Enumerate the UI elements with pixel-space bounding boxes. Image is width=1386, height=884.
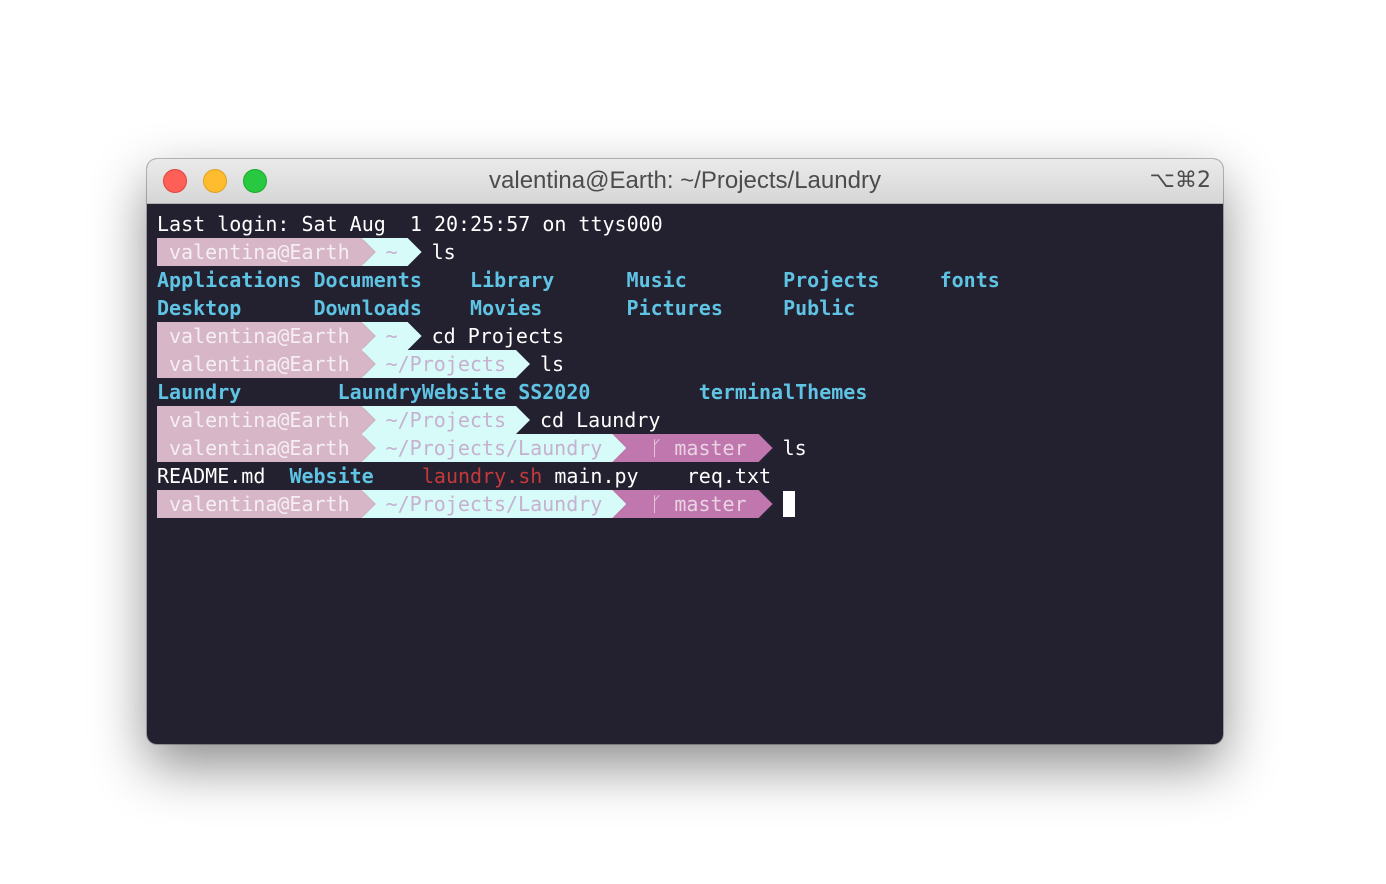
listing-row: Applications Documents Library Music Project…	[157, 266, 1000, 294]
prompt-user-segment: valentina@Earth	[157, 434, 364, 462]
prompt-path-segment: ~/Projects	[362, 406, 530, 434]
prompt-path-segment: ~/Projects/Laundry	[362, 434, 627, 462]
prompt-line: valentina@Earth ~/Projects/Laundry ᚴ maste…	[157, 490, 795, 518]
login-line: Last login: Sat Aug 1 20:25:57 on ttys00…	[157, 212, 663, 236]
directory-entry[interactable]: Desktop	[157, 294, 241, 322]
directory-entry[interactable]: fonts	[940, 266, 1000, 294]
terminal-cursor	[782, 491, 795, 517]
title-bar[interactable]: valentina@Earth: ~/Projects/Laundry ⌥⌘2	[147, 159, 1223, 204]
prompt-user-segment: valentina@Earth	[157, 322, 364, 350]
command-text: cd Laundry	[540, 408, 661, 432]
directory-entry[interactable]: Pictures	[627, 294, 723, 322]
prompt-path-segment: ~/Projects	[362, 350, 530, 378]
command-text: ls	[431, 240, 456, 264]
git-branch-icon: ᚴ	[650, 436, 663, 460]
git-branch-icon: ᚴ	[650, 492, 663, 516]
file-entry[interactable]: req.txt	[687, 462, 771, 490]
prompt-line: valentina@Earth ~/Projects cd Laundry	[157, 406, 663, 434]
prompt-line: valentina@Earth ~/Projects ls	[157, 350, 663, 378]
prompt-line: valentina@Earth ~ cd Projects	[157, 322, 663, 350]
terminal-content[interactable]: Last login: Sat Aug 1 20:25:57 on ttys00…	[157, 210, 1000, 518]
directory-entry[interactable]: Laundry	[157, 378, 241, 406]
prompt-user-segment: valentina@Earth	[157, 350, 364, 378]
prompt-line: valentina@Earth ~ ls	[157, 238, 663, 266]
directory-entry[interactable]: Downloads	[314, 294, 422, 322]
git-branch-name: master	[674, 436, 747, 460]
prompt-line: valentina@Earth ~/Projects/Laundry ᚴ maste…	[157, 434, 807, 462]
file-entry[interactable]: README.md	[157, 462, 265, 490]
directory-entry[interactable]: Library	[470, 266, 554, 294]
listing-row: README.md Website laundry.sh main.py req.txt	[157, 462, 771, 490]
prompt-user-segment: valentina@Earth	[157, 238, 364, 266]
window-shortcut: ⌥⌘2	[1149, 168, 1211, 193]
directory-entry[interactable]: SS2020	[518, 378, 590, 406]
directory-entry[interactable]: Music	[627, 266, 687, 294]
directory-entry[interactable]: Projects	[783, 266, 879, 294]
prompt-user-segment: valentina@Earth	[157, 490, 364, 518]
directory-entry[interactable]: terminalThemes	[699, 378, 868, 406]
file-entry[interactable]: main.py	[554, 462, 638, 490]
directory-entry[interactable]: Documents	[314, 266, 422, 294]
listing-row: Laundry LaundryWebsite SS2020 terminalTheme…	[157, 378, 867, 406]
prompt-user-segment: valentina@Earth	[157, 406, 364, 434]
directory-entry[interactable]: Applications	[157, 266, 302, 294]
command-text: ls	[540, 352, 565, 376]
window-title: valentina@Earth: ~/Projects/Laundry	[489, 167, 881, 194]
prompt-git-segment: ᚴ master	[612, 434, 772, 462]
directory-entry[interactable]: Website	[289, 462, 373, 490]
file-entry[interactable]: laundry.sh	[422, 462, 542, 490]
listing-row: Desktop Downloads Movies Pictures Public	[157, 294, 855, 322]
command-text: ls	[782, 436, 807, 460]
terminal-window[interactable]: valentina@Earth: ~/Projects/Laundry ⌥⌘2 …	[147, 159, 1223, 744]
directory-entry[interactable]: Movies	[470, 294, 542, 322]
command-text: cd Projects	[431, 324, 565, 348]
prompt-path-segment: ~/Projects/Laundry	[362, 490, 627, 518]
prompt-git-segment: ᚴ master	[612, 490, 772, 518]
directory-entry[interactable]: Public	[783, 294, 855, 322]
git-branch-name: master	[674, 492, 747, 516]
directory-entry[interactable]: LaundryWebsite	[338, 378, 507, 406]
